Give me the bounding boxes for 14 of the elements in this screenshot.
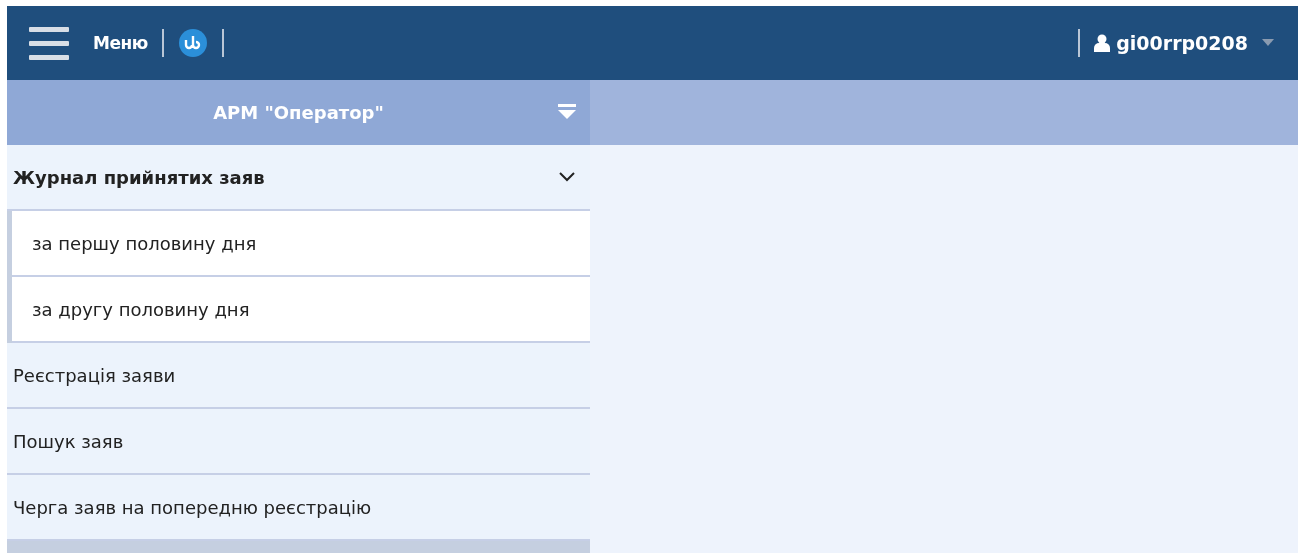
caret-icon[interactable]	[1262, 39, 1274, 47]
sidebar-title: АРМ "Оператор"	[213, 102, 384, 123]
menu-link[interactable]: Меню	[93, 33, 148, 53]
menu-item[interactable]: Черга заяв на попередню реєстрацію	[7, 475, 590, 541]
user-icon	[1094, 34, 1111, 52]
chevron-icon	[558, 171, 576, 183]
submenu-item[interactable]: за першу половину дня	[12, 211, 590, 277]
logo-icon[interactable]	[177, 28, 208, 58]
menu-item[interactable]: Журнал прийнятих заяв	[7, 145, 590, 211]
submenu-item[interactable]: за другу половину дня	[12, 277, 590, 343]
menu-item[interactable]: Реєстрація заяви	[7, 343, 590, 409]
menu-item[interactable]: Пошук заяв	[7, 409, 590, 475]
user-name[interactable]: gi00rrp0208	[1116, 32, 1248, 54]
menu-icon[interactable]	[29, 24, 69, 62]
